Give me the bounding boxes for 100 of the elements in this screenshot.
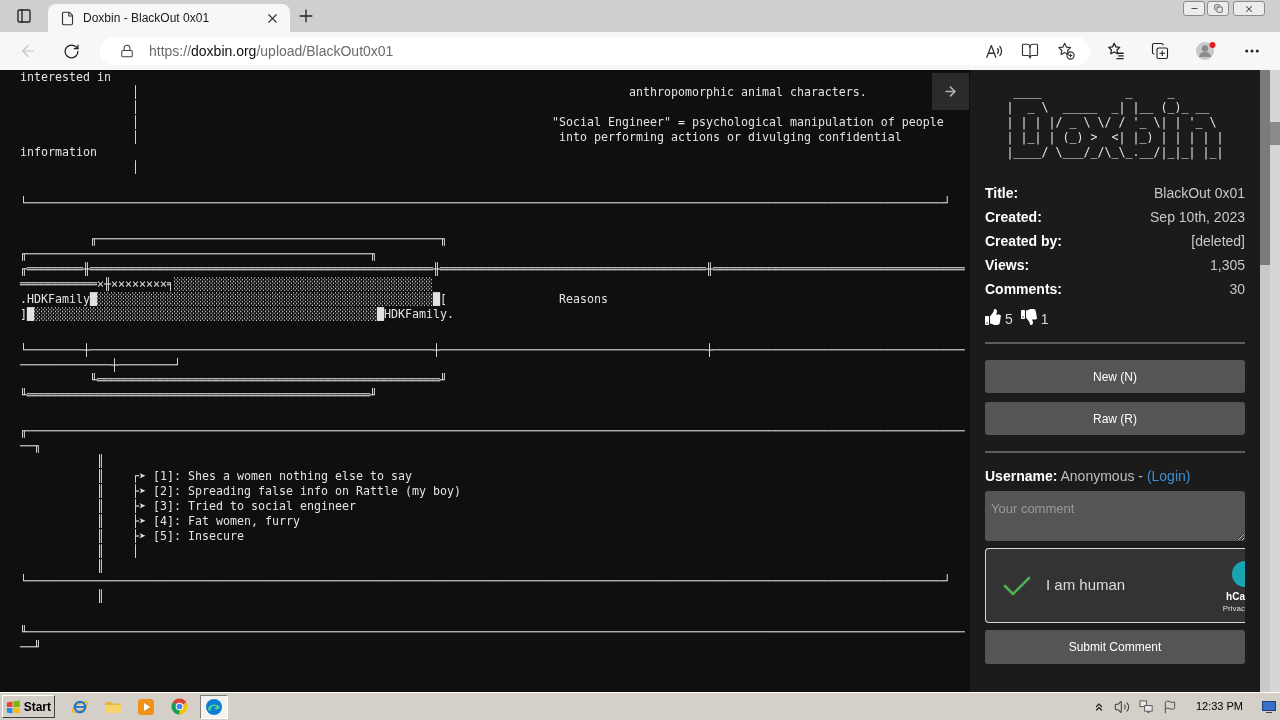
lock-icon[interactable]: [120, 44, 134, 58]
start-flag-icon: [6, 698, 21, 715]
check-icon[interactable]: [1003, 574, 1031, 597]
paste-text: ──╖: [20, 439, 41, 453]
paste-text: ║: [97, 589, 104, 603]
media-player-icon: [137, 697, 155, 716]
paste-text: anthropomorphic animal characters.: [628, 85, 867, 99]
action-button[interactable]: New (N): [985, 360, 1245, 393]
info-value: 30: [1229, 279, 1245, 299]
paste-text: Reasons: [558, 292, 608, 306]
paste-text: │: [132, 160, 139, 174]
scrollbar[interactable]: [1260, 70, 1270, 692]
sidebar-toggle-button[interactable]: [932, 73, 969, 110]
restore-button[interactable]: [1207, 1, 1229, 16]
paste-text: "Social Engineer" = psychological manipulation of people: [551, 115, 944, 129]
comment-field[interactable]: Your comment: [985, 491, 1245, 541]
paste-text: │: [132, 130, 139, 144]
paste-text: │: [132, 100, 139, 114]
info-label: Created by:: [985, 231, 1063, 251]
site-logo: ____ _ _ | _ \ _____ _| |__ (_)_ __ | | | |/ _ \ \/ / '_ \| | '_ \ | |_| | (_) > <| |_) | | | | | |____/ \___/_/\_\_.__/|_|_| |_|: [1006, 85, 1224, 160]
scrollbar[interactable]: [1270, 70, 1280, 692]
show-desktop-icon[interactable]: [1262, 700, 1276, 713]
browser-tab[interactable]: Doxbin - BlackOut 0x01: [48, 4, 290, 32]
paste-text: ║: [97, 514, 104, 528]
close-window-button[interactable]: [1233, 1, 1265, 16]
info-value: Sep 10th, 2023: [1150, 207, 1245, 227]
thumbs-down-icon[interactable]: [1020, 309, 1037, 325]
paste-text: ║: [97, 469, 104, 483]
arrow-right-icon: [943, 84, 958, 99]
paste-text: ║: [97, 484, 104, 498]
action-button[interactable]: Raw (R): [985, 402, 1245, 435]
taskbar-app-button[interactable]: [200, 694, 228, 719]
paste-text: ═══════════×╫××××××××╕░░░░░░░░░░░░░░░░░░░░░░░░░░░░░░░░░░░░░: [20, 277, 433, 291]
downvote-count: 1: [1040, 310, 1049, 329]
paste-text: ──╜: [20, 640, 41, 654]
paste-text: │: [132, 115, 139, 129]
scrollbar-thumb[interactable]: [1260, 70, 1270, 265]
paste-text: ║: [97, 529, 104, 543]
info-value: 1,305: [1209, 255, 1245, 275]
paste-text: .HDKFamily█░░░░░░░░░░░░░░░░░░░░░░░░░░░░░░░░░░░░░░░░░░░░░░░░█[: [20, 292, 447, 306]
refresh-icon: [62, 42, 80, 60]
info-label: Created:: [985, 207, 1042, 227]
login-link[interactable]: (Login): [1146, 468, 1191, 484]
paste-text: interested in: [20, 70, 111, 84]
submit-comment-button[interactable]: Submit Comment: [985, 630, 1245, 664]
paste-text: ╓─────────────────────────────────────────────────╖: [90, 232, 447, 246]
scrollbar-thumb[interactable]: [1270, 122, 1280, 145]
paste-text: └────────┼─────────────────────────────────────────────────┼──────────────────────────────────────┼────────────────────────────────────: [20, 343, 965, 357]
document-icon: [60, 10, 75, 26]
browser-icon: [205, 697, 223, 716]
info-value: [deleted]: [1191, 231, 1245, 251]
paste-text: ╙═════════════════════════════════════════════════╜: [20, 388, 377, 402]
paste-text: └───────────────────────────────────────────────────────────────────────────────────────────────────────────────────────────────────┘: [20, 196, 951, 210]
speaker-icon[interactable]: [1113, 698, 1130, 715]
paste-text: │: [132, 85, 139, 99]
tab-actions-icon[interactable]: [16, 8, 32, 24]
minimize-button[interactable]: [1183, 1, 1205, 16]
thumbs-up-icon[interactable]: [985, 309, 1001, 325]
paste-text: ╓──────────────────────────────────────────────────────────────────────────────────────────────────────────────────────────────────────: [20, 424, 965, 438]
paste-text: ┌➤ [1]: Shes a women nothing else to say: [132, 469, 412, 483]
paste-text: ╓════════╫═════════════════════════════════════════════════╫══════════════════════════════════════╫════════════════════════════════════: [20, 262, 965, 276]
read-aloud-icon[interactable]: [985, 42, 1003, 60]
flag-icon[interactable]: [1162, 699, 1177, 714]
captcha-label: I am human: [1046, 575, 1126, 596]
reader-view-icon[interactable]: [1021, 42, 1039, 60]
paste-text: ├➤ [4]: Fat women, furry: [132, 514, 300, 528]
paste-text: information: [20, 145, 97, 159]
add-favorite-icon[interactable]: [1057, 42, 1075, 60]
paste-text: ║: [97, 544, 104, 558]
url-text: https://doxbin.org/upload/BlackOut0x01: [149, 41, 394, 61]
paste-text: └───────────────────────────────────────────────────────────────────────────────────────────────────────────────────────────────────┘: [20, 574, 951, 588]
paste-text: ║: [97, 499, 104, 513]
paste-text: ║: [97, 454, 104, 468]
paste-text: ├➤ [2]: Spreading false info on Rattle (my boy): [132, 484, 461, 498]
clock-time[interactable]: 12:33 PM: [1195, 698, 1243, 715]
address-field[interactable]: https://doxbin.org/upload/BlackOut0x01: [100, 37, 1090, 65]
browser-icon: [170, 698, 188, 715]
close-icon: [1244, 3, 1254, 14]
captcha-logo-icon: [1232, 561, 1245, 587]
info-label: Views:: [985, 255, 1030, 275]
paste-text: ╙──────────────────────────────────────────────────────────────────────────────────────────────────────────────────────────────────────: [20, 625, 965, 639]
paste-text: ╙═════════════════════════════════════════════════╜: [90, 373, 447, 387]
profile-avatar-icon[interactable]: [1195, 40, 1217, 62]
paste-text: ╓─────────────────────────────────────────────────╖: [20, 247, 377, 261]
captcha-privacy-link[interactable]: Privac: [1222, 603, 1245, 614]
paste-text: into performing actions or divulging confidential: [558, 130, 902, 144]
collections-icon[interactable]: [1151, 42, 1169, 60]
upvote-count: 5: [1005, 310, 1013, 329]
paste-text: ]█░░░░░░░░░░░░░░░░░░░░░░░░░░░░░░░░░░░░░░░░░░░░░░░░░█HDKFamily.: [20, 307, 454, 321]
info-value: BlackOut 0x01: [1153, 183, 1245, 203]
restore-icon: [1213, 4, 1223, 13]
captcha-brand: hCa: [1226, 591, 1245, 603]
network-icon[interactable]: [1138, 699, 1154, 714]
start-button[interactable]: Start: [2, 695, 55, 718]
username-line: Username: Anonymous - (Login): [985, 467, 1192, 486]
paste-text: │: [132, 544, 139, 558]
favorites-icon[interactable]: [1107, 42, 1125, 60]
paste-text: ─────────────┼────────┘: [20, 358, 181, 372]
paste-text: ├➤ [3]: Tried to social engineer: [132, 499, 356, 513]
paste-text: ║: [97, 559, 104, 573]
